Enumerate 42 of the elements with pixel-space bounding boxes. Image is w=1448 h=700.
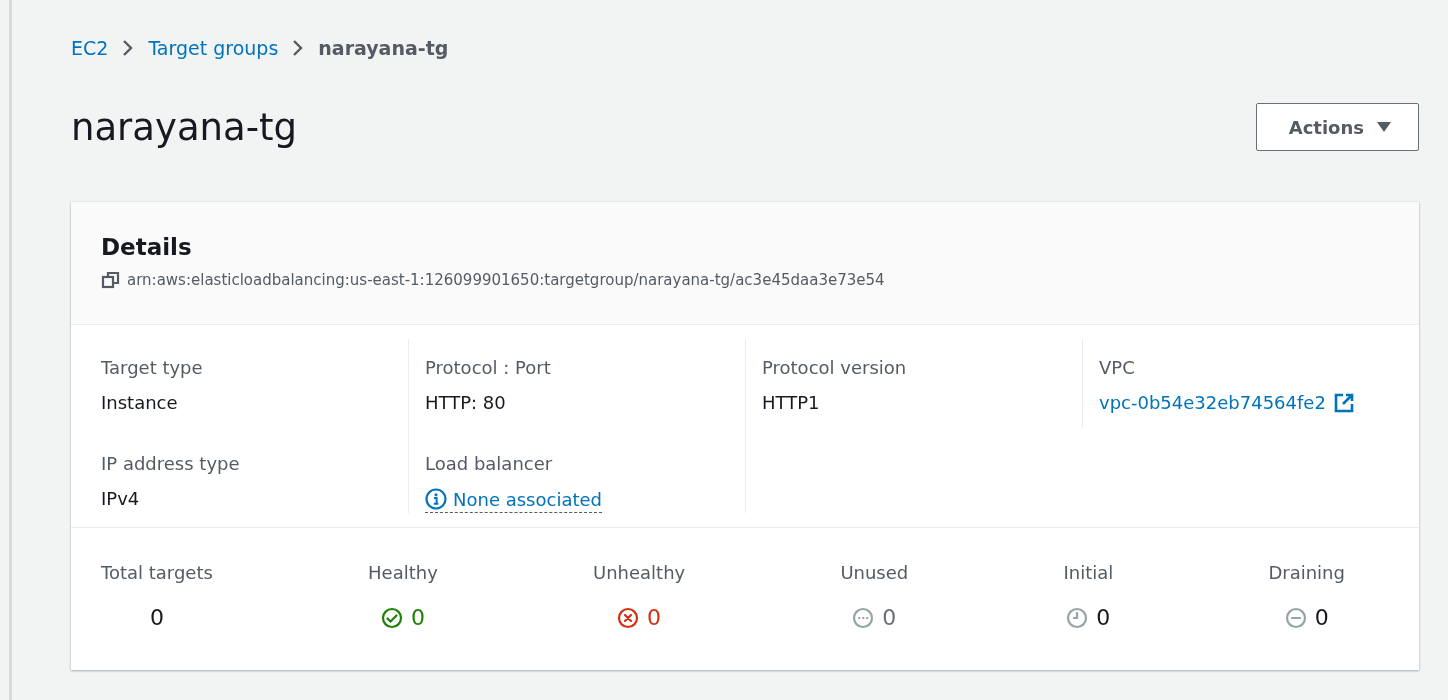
field-label: Protocol : Port: [425, 357, 552, 378]
x-circle-icon: [617, 606, 640, 629]
arn-text: arn:aws:elasticloadbalancing:us-east-1:126099901650:targetgroup/narayana-tg/ac3e45daa3e73e54: [127, 271, 885, 289]
field-label: Protocol version: [762, 357, 908, 378]
vpc-link[interactable]: vpc-0b54e32eb74564fe2: [1099, 392, 1354, 413]
field-label: Target type: [101, 357, 204, 378]
stat-label: Initial: [1063, 562, 1114, 583]
check-circle-icon: [380, 606, 403, 629]
field-value: IPv4: [101, 488, 141, 509]
chevron-right-icon: [292, 39, 305, 57]
chevron-right-icon: [122, 39, 135, 57]
external-link-icon: [1333, 392, 1354, 413]
field-value: Instance: [101, 392, 179, 413]
dots-circle-icon: [852, 606, 875, 629]
field-label: IP address type: [101, 453, 241, 474]
stat-label: Healthy: [368, 562, 438, 583]
actions-button[interactable]: Actions: [1255, 103, 1419, 151]
copy-icon[interactable]: [101, 270, 121, 290]
stat-value: 0: [1314, 605, 1329, 630]
stat-label: Unused: [840, 562, 909, 583]
info-link[interactable]: None associated: [425, 488, 602, 513]
field-value: HTTP1: [762, 392, 821, 413]
card-title: Details: [101, 234, 193, 260]
page-title: narayana-tg: [71, 105, 298, 149]
breadcrumb-link[interactable]: EC2: [71, 37, 109, 59]
field-label: Load balancer: [425, 453, 554, 474]
field-label: VPC: [1099, 357, 1136, 378]
breadcrumb-link[interactable]: Target groups: [148, 37, 279, 59]
stat-value: 0: [647, 605, 662, 630]
stat-label: Unhealthy: [593, 562, 686, 583]
clock-icon: [1066, 606, 1089, 629]
stat-label: Draining: [1268, 562, 1345, 583]
stat-label: Total targets: [101, 562, 213, 583]
stat-value: 0: [410, 605, 425, 630]
info-icon: [425, 488, 447, 510]
minus-circle-icon: [1284, 606, 1307, 629]
caret-icon: [1376, 121, 1392, 133]
stat-value: 0: [1096, 605, 1111, 630]
stat-value: 0: [882, 605, 897, 630]
field-value: HTTP: 80: [425, 392, 507, 413]
current-page-label: narayana-tg: [318, 37, 449, 59]
stat-value: 0: [149, 605, 164, 630]
